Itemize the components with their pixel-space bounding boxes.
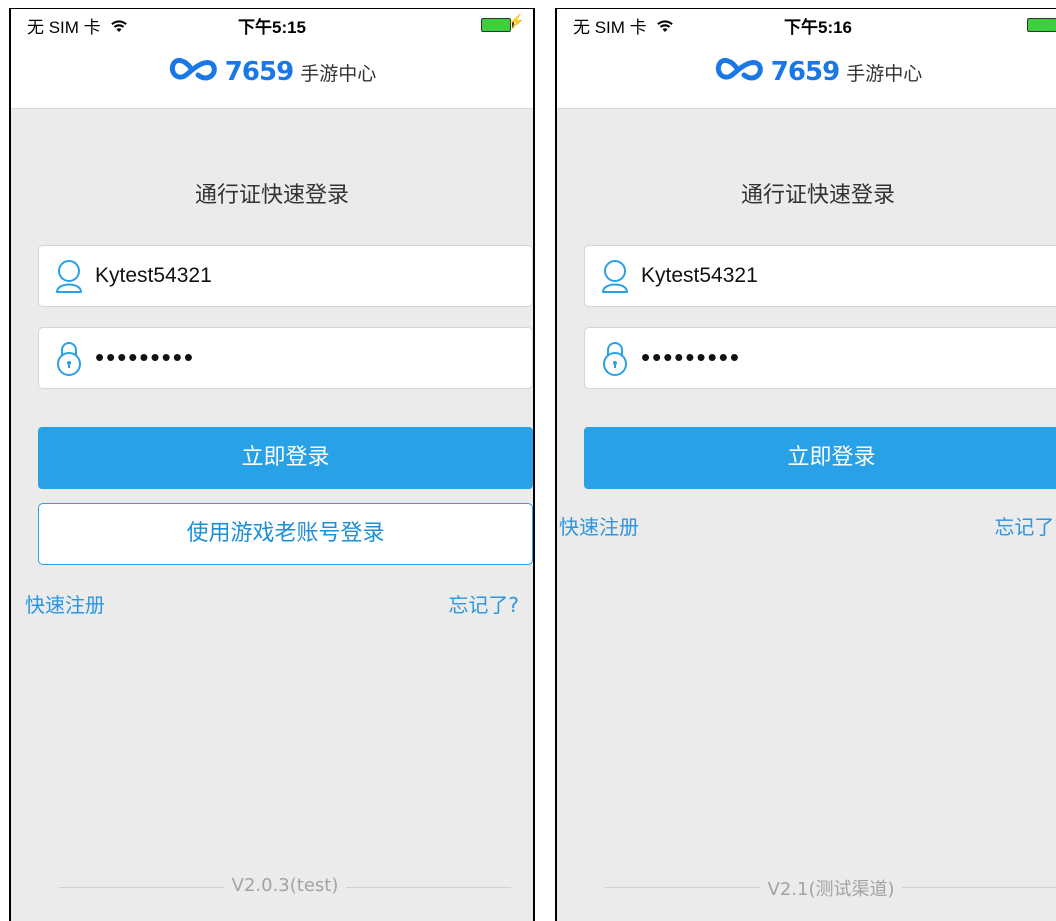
lock-icon <box>599 340 631 376</box>
password-field[interactable]: ••••••••• <box>584 327 1056 389</box>
brand-name: 手游中心 <box>846 62 923 85</box>
status-bar: 无 SIM 卡 下午5:16 ⚡ <box>557 9 1056 37</box>
app-header: 7659 手游中心 <box>557 37 1056 109</box>
register-link[interactable]: 快速注册 <box>25 589 105 618</box>
username-field[interactable]: Kytest54321 <box>584 245 1056 307</box>
version-label: V2.0.3(test) <box>59 875 511 896</box>
battery-icon <box>1027 18 1056 32</box>
user-icon <box>53 258 85 294</box>
brand-logo: 7659 手游中心 <box>557 55 1056 91</box>
brand-logo: 7659 手游中心 <box>11 55 533 91</box>
version-text: V2.1(测试渠道) <box>759 879 903 900</box>
version-label: V2.1(测试渠道) <box>605 875 1056 901</box>
phone-screen-1: 无 SIM 卡 下午5:15 ⚡ 7659 手游中心 通行证快速登录 Kytes… <box>9 8 535 921</box>
phone-screen-2: 无 SIM 卡 下午5:16 ⚡ 7659 手游中心 通行证快速登录 <box>555 8 1056 921</box>
brand-number: 7659 <box>224 57 294 87</box>
register-link[interactable]: 快速注册 <box>559 511 639 540</box>
charging-bolt-icon: ⚡ <box>507 13 525 29</box>
username-value: Kytest54321 <box>641 264 758 287</box>
brand-number: 7659 <box>770 57 840 87</box>
password-value: ••••••••• <box>95 342 195 372</box>
battery-icon <box>481 18 514 32</box>
user-icon <box>599 258 631 294</box>
version-text: V2.0.3(test) <box>223 875 347 896</box>
brand-logo-icon <box>168 55 218 89</box>
login-title: 通行证快速登录 <box>740 183 895 208</box>
login-title: 通行证快速登录 <box>194 183 349 208</box>
brand-logo-icon <box>714 55 764 89</box>
login-button[interactable]: 立即登录 <box>584 427 1056 489</box>
legacy-account-login-button[interactable]: 使用游戏老账号登录 <box>38 503 533 565</box>
app-header: 7659 手游中心 <box>11 37 533 109</box>
brand-name: 手游中心 <box>300 62 377 85</box>
lock-icon <box>53 340 85 376</box>
status-time: 下午5:16 <box>783 18 853 37</box>
forgot-password-link[interactable]: 忘记了? <box>994 511 1056 540</box>
username-value: Kytest54321 <box>95 264 212 287</box>
status-bar: 无 SIM 卡 下午5:15 ⚡ <box>11 9 533 37</box>
forgot-password-link[interactable]: 忘记了? <box>448 589 519 618</box>
password-value: ••••••••• <box>641 342 741 372</box>
password-field[interactable]: ••••••••• <box>38 327 533 389</box>
username-field[interactable]: Kytest54321 <box>38 245 533 307</box>
status-time: 下午5:15 <box>237 18 307 37</box>
login-button[interactable]: 立即登录 <box>38 427 533 489</box>
